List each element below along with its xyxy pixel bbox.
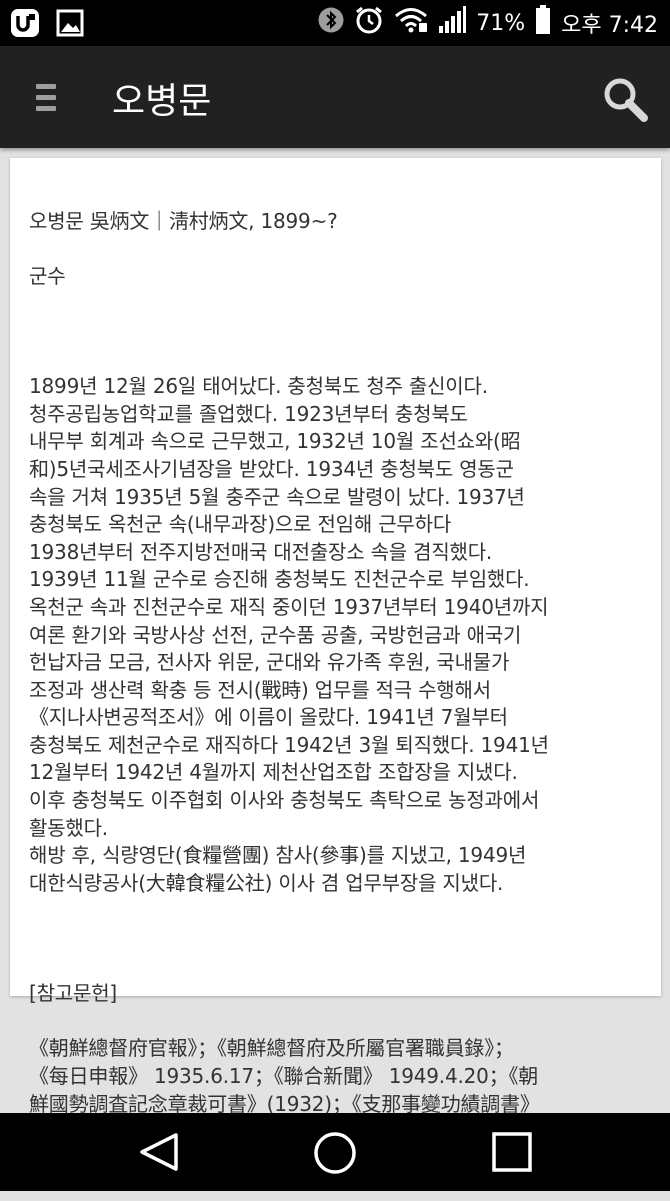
reference-line: 《每日申報》 1935.6.17；《聯合新聞》 1949.4.20；《朝	[29, 1064, 539, 1088]
biography-line: 和)5년국세조사기념장을 받았다. 1934년 충청북도 영동군	[29, 456, 514, 481]
biography-line: 내무부 회계과 속으로 근무했고, 1932년 10월 조선쇼와(昭	[29, 429, 521, 454]
biography-text: 1899년 12월 26일 태어났다. 충청북도 청주 출신이다. 청주공립농업학…	[29, 373, 639, 897]
status-bar: 71% 오후 7:42	[0, 0, 670, 46]
references-heading: [참고문헌]	[29, 981, 118, 1006]
biography-line: 여론 환기와 국방사상 선전, 군수품 공출, 국방헌금과 애국기	[29, 622, 522, 647]
signal-icon	[438, 6, 467, 40]
battery-icon	[535, 5, 551, 41]
u-plus-icon	[10, 8, 42, 42]
navigation-bar	[0, 1113, 670, 1191]
image-notification-icon	[56, 8, 84, 42]
recents-square-icon[interactable]	[491, 1131, 533, 1177]
biography-line: 충청북도 옥천군 속(내무과장)으로 전임해 근무하다	[29, 512, 452, 537]
biography-line: 1939년 11월 군수로 승진해 충청북도 진천군수로 부임했다.	[29, 567, 530, 592]
biography-line: 조정과 생산력 확충 등 전시(戰時) 업무를 적극 수행해서	[29, 677, 491, 702]
battery-percent: 71%	[476, 10, 526, 36]
article-body: 오병문 吳炳文｜淸村炳文, 1899~? 군수 1899년 12월 26일 태어…	[29, 180, 639, 1201]
app-bar: 오병문	[0, 46, 670, 148]
biography-line: 옥천군 속과 진천군수로 재직 중이던 1937년부터 1940년까지	[29, 594, 549, 619]
biography-line: 12월부터 1942년 4월까지 제천산업조합 조합장을 지냈다.	[29, 760, 518, 785]
biography-line: 대한식량공사(大韓食糧公社) 이사 겸 업무부장을 지냈다.	[29, 870, 504, 895]
bluetooth-icon	[318, 7, 344, 39]
page-title: 오병문	[112, 81, 212, 122]
status-time: 오후 7:42	[561, 13, 658, 38]
alarm-clock-icon	[354, 5, 384, 41]
biography-line: 1938년부터 전주지방전매국 대전출장소 속을 겸직했다.	[29, 539, 493, 564]
biography-line: 충청북도 제천군수로 재직하다 1942년 3월 퇴직했다. 1941년	[29, 732, 549, 757]
biography-line: 1899년 12월 26일 태어났다. 충청북도 청주 출신이다.	[29, 374, 488, 399]
article-position: 군수	[29, 263, 66, 288]
status-left-icons	[10, 8, 84, 42]
status-right-icons: 71% 오후 7:42	[318, 0, 658, 46]
article-heading: 오병문 吳炳文｜淸村炳文, 1899~?	[29, 208, 338, 233]
biography-line: 해방 후, 식량영단(食糧營團) 참사(參事)를 지냈고, 1949년	[29, 843, 527, 868]
search-icon[interactable]	[602, 76, 648, 122]
biography-line: 헌납자금 모금, 전사자 위문, 군대와 유가족 후원, 국내물가	[29, 650, 510, 675]
hamburger-menu-icon[interactable]	[36, 84, 58, 112]
back-triangle-icon[interactable]	[138, 1131, 180, 1177]
biography-line: 청주공립농업학교를 졸업했다. 1923년부터 충청북도	[29, 401, 468, 426]
reference-line: 《朝鮮總督府官報》；《朝鮮總督府及所屬官署職員錄》；	[29, 1036, 514, 1061]
wifi-icon	[394, 6, 428, 40]
biography-line: 활동했다.	[29, 815, 108, 840]
biography-line: 《지나사변공적조서》에 이름이 올랐다. 1941년 7월부터	[29, 705, 508, 730]
article-card: 오병문 吳炳文｜淸村炳文, 1899~? 군수 1899년 12월 26일 태어…	[10, 158, 661, 1171]
biography-line: 속을 거쳐 1935년 5월 충주군 속으로 발령이 났다. 1937년	[29, 484, 525, 509]
biography-line: 이후 충청북도 이주협회 이사와 충청북도 촉탁으로 농정과에서	[29, 788, 540, 813]
home-circle-icon[interactable]	[313, 1131, 357, 1179]
